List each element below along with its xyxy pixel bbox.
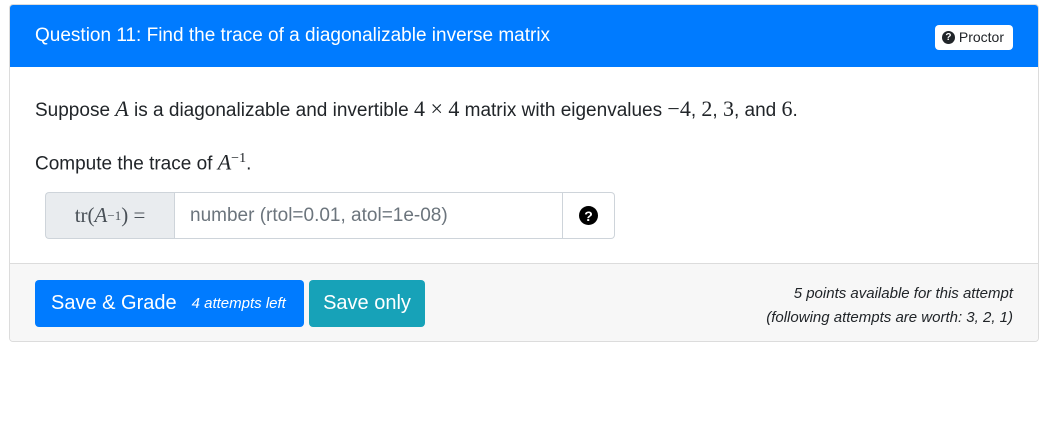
answer-input[interactable]	[174, 192, 563, 239]
save-label: Save only	[323, 292, 411, 314]
question-body: Suppose A is a diagonalizable and invert…	[10, 67, 1038, 263]
text-fragment: .	[792, 100, 798, 121]
attempts-left: 4 attempts left	[191, 295, 286, 312]
question-prompt: Compute the trace of A−1.	[35, 147, 251, 176]
label-fragment: ) =	[121, 203, 146, 227]
save-and-grade-button[interactable]: Save & Grade 4 attempts left	[35, 280, 304, 327]
question-title: Question 11: Find the trace of a diagona…	[35, 25, 551, 46]
text-fragment: ,	[690, 100, 702, 121]
points-info: 5 points available for this attempt (fol…	[766, 282, 1013, 330]
help-button[interactable]: ?	[563, 192, 615, 239]
label-exponent: −1	[107, 207, 122, 223]
eigenvalue: 3	[722, 96, 734, 121]
text-fragment: matrix with eigenvalues	[459, 100, 668, 121]
proctor-label: Proctor	[958, 29, 1004, 45]
question-footer: Save & Grade 4 attempts left Save only 5…	[10, 263, 1038, 341]
answer-label: tr(A −1) =	[45, 192, 174, 239]
eigenvalue: 2	[701, 96, 713, 121]
text-fragment: .	[246, 153, 252, 175]
grade-label: Save & Grade	[51, 292, 177, 314]
save-only-button[interactable]: Save only	[309, 280, 425, 327]
math-exponent: −1	[231, 151, 247, 166]
question-circle-icon: ?	[941, 31, 955, 44]
question-card: Question 11: Find the trace of a diagona…	[9, 4, 1039, 342]
math-dimension: 4 × 4	[413, 96, 460, 121]
question-text: Suppose A is a diagonalizable and invert…	[35, 97, 798, 123]
points-line: 5 points available for this attempt	[793, 285, 1013, 302]
points-line: (following attempts are worth: 3, 2, 1)	[766, 309, 1013, 326]
eigenvalue: 6	[781, 96, 793, 121]
text-fragment: is a diagonalizable and invertible	[128, 100, 414, 121]
eigenvalue: −4	[667, 96, 691, 121]
text-fragment: ,	[712, 100, 723, 121]
text-fragment: , and	[733, 100, 782, 121]
proctor-button[interactable]: ? Proctor	[934, 25, 1013, 50]
math-var: A	[217, 149, 232, 175]
label-var: A	[94, 203, 108, 227]
text-fragment: Compute the trace of	[35, 153, 218, 175]
question-circle-icon: ?	[579, 206, 598, 225]
math-var: A	[115, 96, 129, 121]
text-fragment: Suppose	[35, 100, 116, 121]
question-header: Question 11: Find the trace of a diagona…	[10, 5, 1038, 67]
answer-input-group: tr(A−1) = ?	[45, 192, 615, 239]
label-fragment: tr(	[74, 203, 95, 227]
